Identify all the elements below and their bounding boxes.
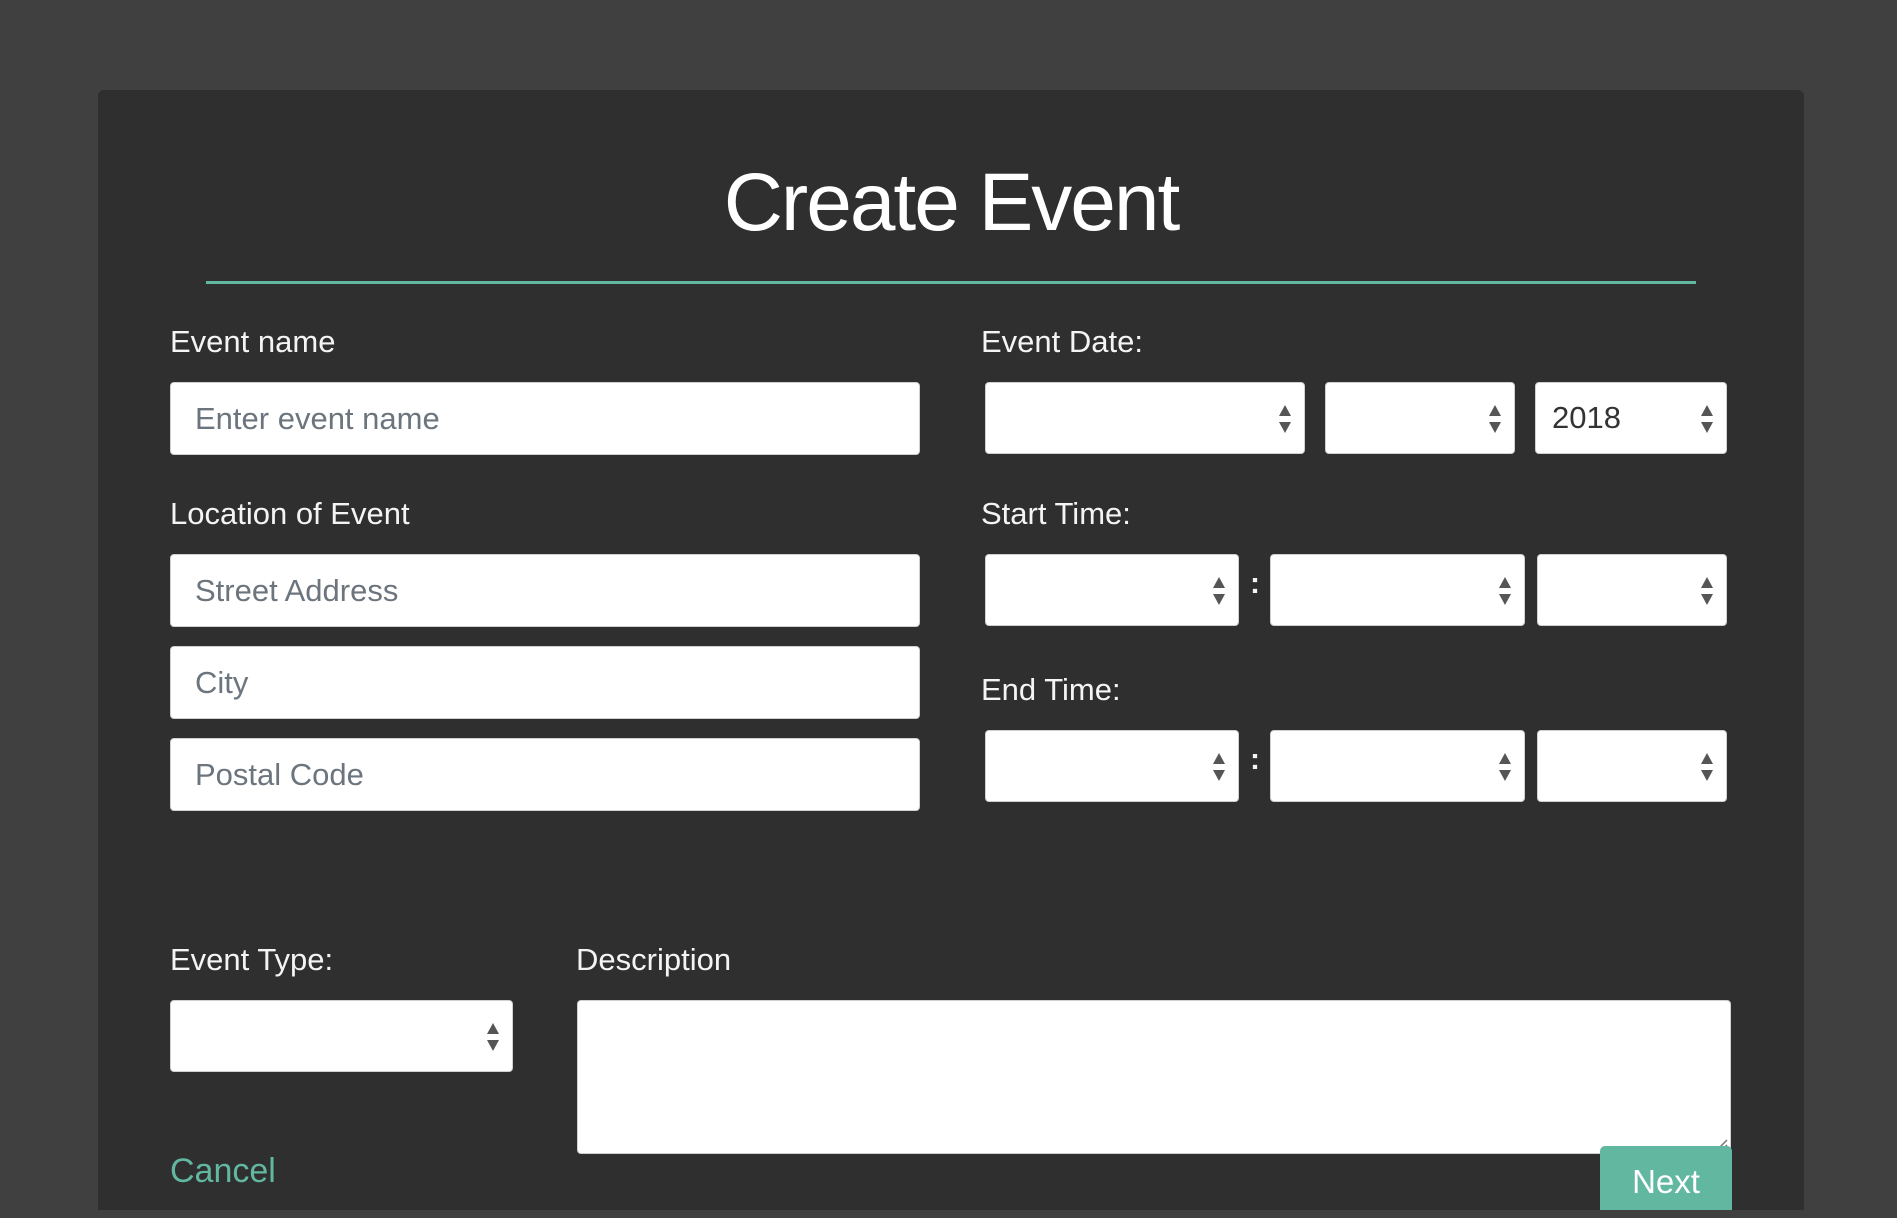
select-arrows-icon (1701, 753, 1713, 781)
select-arrows-icon (1489, 405, 1501, 433)
event-name-input[interactable] (170, 382, 920, 455)
start-period-select[interactable] (1537, 554, 1727, 626)
create-event-panel: Create Event Event name Location of Even… (98, 90, 1804, 1210)
end-time-separator: : (1250, 743, 1260, 776)
select-arrows-icon (1213, 753, 1225, 781)
page-title: Create Event (723, 157, 1181, 248)
description-label: Description (576, 942, 732, 977)
end-period-select[interactable] (1537, 730, 1727, 802)
start-time-label: Start Time: (981, 496, 1131, 531)
description-textarea[interactable] (577, 1000, 1731, 1154)
select-arrows-icon (1701, 577, 1713, 605)
event-day-select[interactable] (1325, 382, 1515, 454)
description-wrapper (577, 1000, 1731, 1154)
start-minute-select[interactable] (1270, 554, 1525, 626)
event-name-label: Event name (170, 324, 336, 359)
end-time-label: End Time: (981, 672, 1121, 707)
select-arrows-icon (1279, 405, 1291, 433)
select-arrows-icon (1499, 753, 1511, 781)
city-input[interactable] (170, 646, 920, 719)
select-arrows-icon (1213, 577, 1225, 605)
event-year-select[interactable]: 2018 (1535, 382, 1727, 454)
street-address-input[interactable] (170, 554, 920, 627)
postal-code-input[interactable] (170, 738, 920, 811)
end-hour-select[interactable] (985, 730, 1239, 802)
event-month-select[interactable] (985, 382, 1305, 454)
select-arrows-icon (487, 1023, 499, 1051)
start-time-separator: : (1250, 567, 1260, 600)
event-type-label: Event Type: (170, 942, 334, 977)
event-type-select[interactable] (170, 1000, 513, 1072)
location-label: Location of Event (170, 496, 410, 531)
event-year-value: 2018 (1552, 400, 1621, 435)
event-date-label: Event Date: (981, 324, 1143, 359)
title-divider (206, 281, 1696, 284)
start-hour-select[interactable] (985, 554, 1239, 626)
end-minute-select[interactable] (1270, 730, 1525, 802)
cancel-link[interactable]: Cancel (170, 1151, 276, 1191)
select-arrows-icon (1701, 405, 1713, 433)
select-arrows-icon (1499, 577, 1511, 605)
next-button[interactable]: Next (1600, 1146, 1732, 1210)
